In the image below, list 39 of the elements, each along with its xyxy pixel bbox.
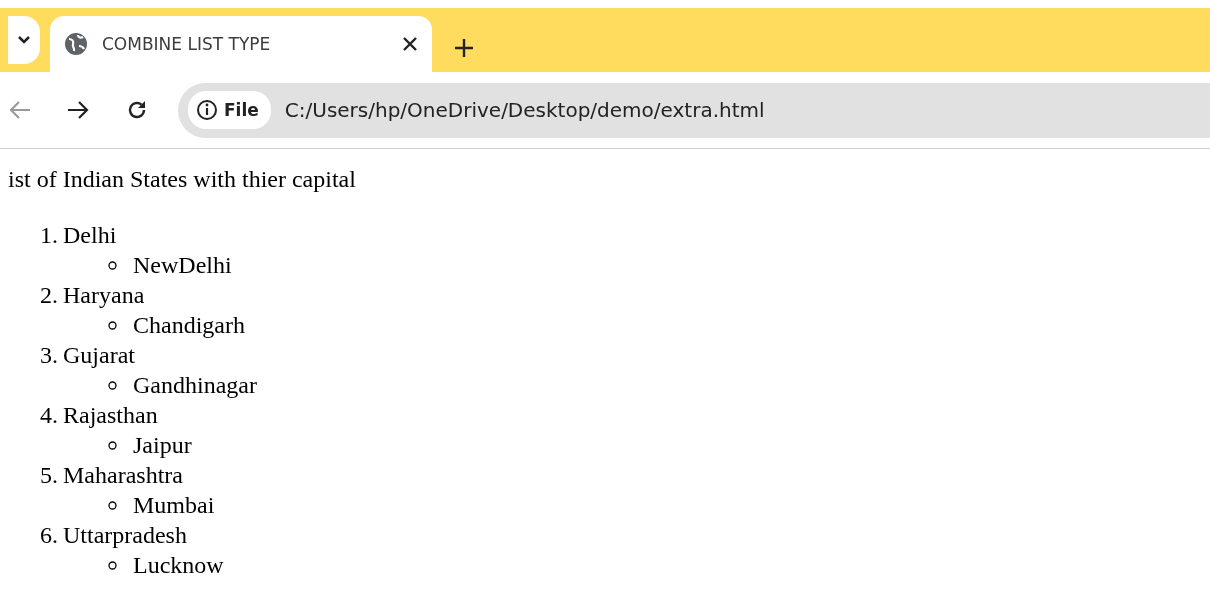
browser-tab[interactable]: COMBINE LIST TYPE: [50, 16, 432, 72]
circle-bullet-icon: [108, 440, 117, 450]
address-bar[interactable]: File C:/Users/hp/OneDrive/Desktop/demo/extra.html: [178, 82, 1210, 138]
url-text: C:/Users/hp/OneDrive/Desktop/demo/extra.html: [284, 98, 765, 122]
list-number: 1.: [39, 221, 58, 250]
circle-bullet-icon: [108, 500, 117, 510]
list-number: 6.: [39, 521, 58, 550]
reload-button[interactable]: [126, 99, 148, 121]
new-tab-button[interactable]: [454, 38, 474, 58]
page-heading: ist of Indian States with thier capital: [8, 165, 357, 194]
forward-button[interactable]: [66, 99, 90, 121]
state-name: Maharashtra: [63, 461, 183, 490]
tab-title: COMBINE LIST TYPE: [102, 34, 272, 54]
circle-bullet-icon: [108, 380, 117, 390]
list-number: 3.: [39, 341, 58, 370]
list-number: 2.: [39, 281, 58, 310]
tab-search-button[interactable]: [8, 16, 40, 64]
state-name: Delhi: [63, 221, 117, 250]
globe-icon: [64, 32, 88, 56]
capital-name: Gandhinagar: [133, 371, 257, 400]
back-button[interactable]: [8, 99, 32, 121]
capital-name: Jaipur: [133, 431, 192, 460]
circle-bullet-icon: [108, 560, 117, 570]
close-tab-button[interactable]: [402, 36, 418, 52]
capital-name: Lucknow: [133, 551, 224, 580]
info-icon: [196, 99, 218, 121]
circle-bullet-icon: [108, 320, 117, 330]
capital-name: Mumbai: [133, 491, 215, 520]
state-name: Haryana: [63, 281, 145, 310]
capital-name: Chandigarh: [133, 311, 245, 340]
capital-name: NewDelhi: [133, 251, 232, 280]
site-info-button[interactable]: File: [188, 91, 271, 129]
state-name: Rajasthan: [63, 401, 158, 430]
chevron-down-icon: [17, 35, 31, 45]
list-number: 5.: [39, 461, 58, 490]
state-name: Uttarpradesh: [63, 521, 187, 550]
circle-bullet-icon: [108, 260, 117, 270]
state-name: Gujarat: [63, 341, 135, 370]
list-number: 4.: [39, 401, 58, 430]
